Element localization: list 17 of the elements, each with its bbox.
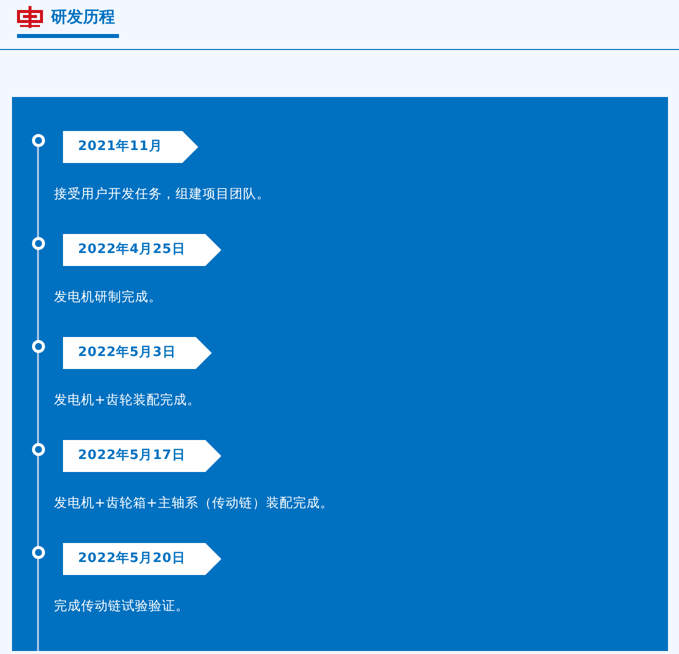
event-description: 发电机+齿轮装配完成。 <box>54 392 202 409</box>
logo-icon <box>17 6 43 28</box>
date-tag: 2022年5月17日 <box>63 440 222 472</box>
page-title: 研发历程 <box>51 6 115 28</box>
date-tag: 2022年5月3日 <box>63 337 212 369</box>
timeline-dot <box>32 442 45 456</box>
date-tag: 2021年11月 <box>63 131 198 163</box>
timeline-dot <box>32 236 45 250</box>
date-tag: 2022年4月25日 <box>63 234 222 266</box>
event-description: 发电机研制完成。 <box>54 289 163 306</box>
date-tag: 2022年5月20日 <box>63 543 222 575</box>
timeline-dot <box>32 546 45 558</box>
timeline-dot <box>32 340 45 352</box>
timeline-dot <box>32 134 45 146</box>
event-description: 接受用户开发任务，组建项目团队。 <box>54 186 271 203</box>
event-description: 完成传动链试验验证。 <box>54 598 190 615</box>
event-description: 发电机+齿轮箱+主轴系（传动链）装配完成。 <box>54 495 334 512</box>
